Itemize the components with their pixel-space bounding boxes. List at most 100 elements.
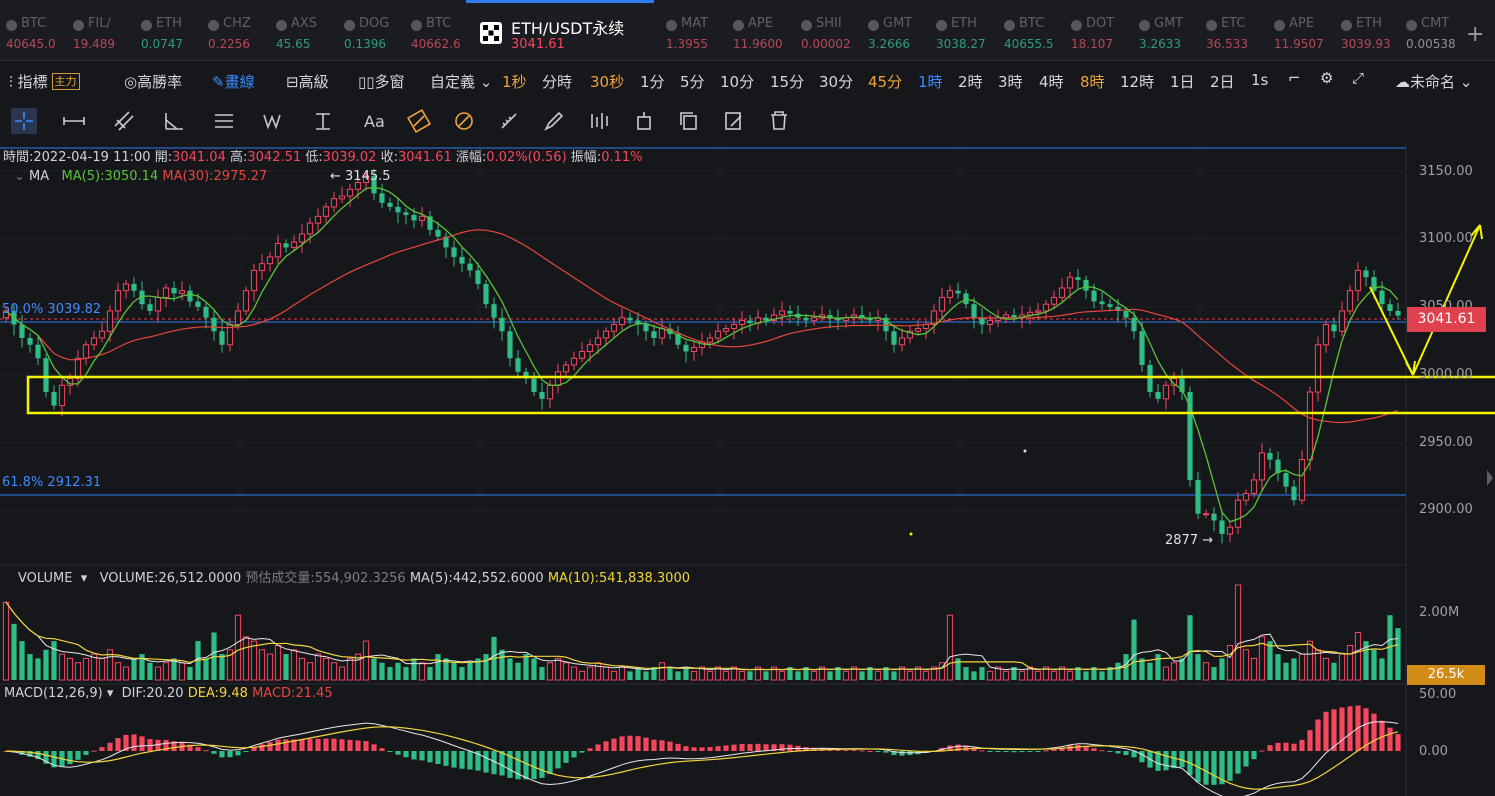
- volume-bar: [1099, 671, 1105, 680]
- symbol-tab[interactable]: ETH 3039.93: [1335, 0, 1399, 60]
- macd-bar: [267, 742, 273, 751]
- volume-bar: [98, 657, 106, 681]
- symbol-tab[interactable]: SHII 0.00002: [795, 0, 859, 60]
- crosshair-tool-icon[interactable]: [11, 108, 37, 134]
- caret-down-icon[interactable]: ▾: [81, 571, 88, 586]
- volume-legend[interactable]: VOLUME ▾ VOLUME:26,512.0000 预估成交量:554,90…: [18, 567, 690, 586]
- pattern-tool-icon[interactable]: [406, 108, 432, 134]
- candle-body: [1162, 384, 1170, 400]
- volume-bar: [1211, 667, 1217, 680]
- macd-bar: [107, 742, 113, 751]
- interval-16[interactable]: 2日: [1210, 71, 1235, 92]
- candle-body: [330, 198, 338, 208]
- interval-12[interactable]: 4時: [1039, 71, 1064, 92]
- candle-body: [499, 317, 505, 332]
- symbol-tab[interactable]: BTC 40662.6: [405, 0, 469, 60]
- indicator-button[interactable]: ⫶ 指標 主力: [9, 71, 80, 92]
- expand-icon[interactable]: ⤢: [1352, 69, 1364, 87]
- interval-8[interactable]: 45分: [868, 71, 902, 92]
- symbol-tab[interactable]: BTC 40655.5: [998, 0, 1062, 60]
- symbol-tab[interactable]: ETH 3038.27: [930, 0, 994, 60]
- winrate-button[interactable]: ◎高勝率: [124, 71, 182, 92]
- interval-6[interactable]: 15分: [770, 71, 804, 92]
- horizontal-line-tool-icon[interactable]: [61, 108, 87, 134]
- macd-bar: [307, 738, 313, 751]
- interval-10[interactable]: 2時: [958, 71, 983, 92]
- advanced-button[interactable]: ⊟高級: [286, 71, 329, 92]
- parallel-channel-tool-icon[interactable]: [111, 108, 137, 134]
- tab-price: 0.00002: [801, 37, 851, 51]
- add-tab-icon[interactable]: +: [1466, 24, 1484, 46]
- symbol-tab[interactable]: GMT 3.2633: [1133, 0, 1197, 60]
- candle-body: [266, 256, 274, 265]
- symbol-tab[interactable]: CHZ 0.2256: [202, 0, 266, 60]
- macd-axis-zero: 0.00: [1419, 744, 1448, 759]
- interval-15[interactable]: 1日: [1170, 71, 1195, 92]
- interval-2[interactable]: 30秒: [590, 71, 624, 92]
- volume-bar: [418, 662, 426, 681]
- interval-0[interactable]: 1秒: [502, 71, 527, 92]
- amplitude-value: 0.11%: [601, 150, 643, 165]
- symbol-tab[interactable]: BTC 40645.0: [0, 0, 64, 60]
- candle-body: [554, 371, 562, 386]
- symbol-tab[interactable]: AXS 45.65: [270, 0, 334, 60]
- interval-17[interactable]: 1s: [1251, 71, 1268, 89]
- symbol-tab-bar: BTC 40645.0 FIL/19.489 ETH 0.0747 CHZ 0.2256 AX…: [0, 0, 1495, 61]
- volume-bar: [515, 662, 521, 680]
- fib-retracement-tool-icon[interactable]: [211, 108, 237, 134]
- symbol-tab[interactable]: ETC 36.533: [1200, 0, 1264, 60]
- tab-eth-usdt-perp[interactable]: ETH/USDT永续 3041.61: [466, 0, 654, 60]
- symbol-tab[interactable]: GMT 3.2666: [862, 0, 926, 60]
- ma-legend[interactable]: ⌄ MA MA(5):3050.14 MA(30):2975.27: [14, 169, 267, 184]
- font-tool-icon[interactable]: Aa: [361, 108, 387, 134]
- bars-pattern-tool-icon[interactable]: [586, 108, 612, 134]
- candle-body: [914, 328, 922, 332]
- caret-down-icon[interactable]: ▾: [107, 686, 114, 701]
- interval-11[interactable]: 3時: [998, 71, 1023, 92]
- macd-bar: [275, 739, 281, 751]
- symbol-tab[interactable]: MAT 1.3955: [660, 0, 724, 60]
- symbol-tab[interactable]: DOG 0.1396: [338, 0, 402, 60]
- coin-icon: [1341, 20, 1352, 31]
- cloud-layout-button[interactable]: ☁未命名 ⌄: [1395, 71, 1472, 92]
- angle-tool-icon[interactable]: [161, 108, 187, 134]
- candle-body: [627, 317, 633, 321]
- lock-tool-icon[interactable]: [631, 108, 657, 134]
- ruler-tool-icon[interactable]: [496, 108, 522, 134]
- copy-tool-icon[interactable]: [676, 108, 702, 134]
- macd-bar: [1203, 751, 1209, 785]
- settings-gear-icon[interactable]: ⚙: [1320, 69, 1333, 87]
- symbol-tab[interactable]: DOT 18.107: [1065, 0, 1129, 60]
- fullscreen-select-icon[interactable]: ⌐: [1288, 69, 1301, 87]
- symbol-tab[interactable]: APE 11.9507: [1268, 0, 1332, 60]
- magnet-tool-icon[interactable]: [451, 108, 477, 134]
- volume-bar: [379, 662, 385, 680]
- edit-tool-icon[interactable]: [721, 108, 747, 134]
- interval-7[interactable]: 30分: [819, 71, 853, 92]
- caret-down-icon[interactable]: ⌄: [14, 169, 29, 184]
- symbol-tab[interactable]: ETH 0.0747: [135, 0, 199, 60]
- multi-window-button[interactable]: ▯▯多窗: [358, 71, 405, 92]
- interval-9[interactable]: 1時: [918, 71, 943, 92]
- interval-4[interactable]: 5分: [680, 71, 705, 92]
- svg-text:Aa: Aa: [364, 112, 385, 131]
- coin-icon: [666, 20, 677, 31]
- candle-body: [346, 188, 354, 197]
- symbol-tab[interactable]: APE 11.9600: [727, 0, 791, 60]
- draw-button[interactable]: ✎畫線: [212, 71, 255, 92]
- wave-tool-icon[interactable]: [261, 108, 287, 134]
- trash-icon[interactable]: [766, 108, 792, 134]
- interval-14[interactable]: 12時: [1120, 71, 1154, 92]
- interval-3[interactable]: 1分: [640, 71, 665, 92]
- volume-bar: [1298, 653, 1306, 681]
- symbol-tab[interactable]: FIL/19.489: [67, 0, 131, 60]
- custom-interval-dropdown[interactable]: 自定義 ⌄: [430, 71, 492, 92]
- interval-5[interactable]: 10分: [720, 71, 754, 92]
- macd-legend[interactable]: MACD(12,26,9) ▾ DIF:20.20 DEA:9.48 MACD:…: [4, 686, 333, 701]
- brush-tool-icon[interactable]: [541, 108, 567, 134]
- tab-price: 18.107: [1071, 37, 1113, 51]
- text-tool-icon[interactable]: [311, 108, 337, 134]
- symbol-tab[interactable]: CMT 0.00538: [1400, 0, 1464, 60]
- interval-13[interactable]: 8時: [1080, 71, 1105, 92]
- interval-1[interactable]: 分時: [542, 71, 572, 92]
